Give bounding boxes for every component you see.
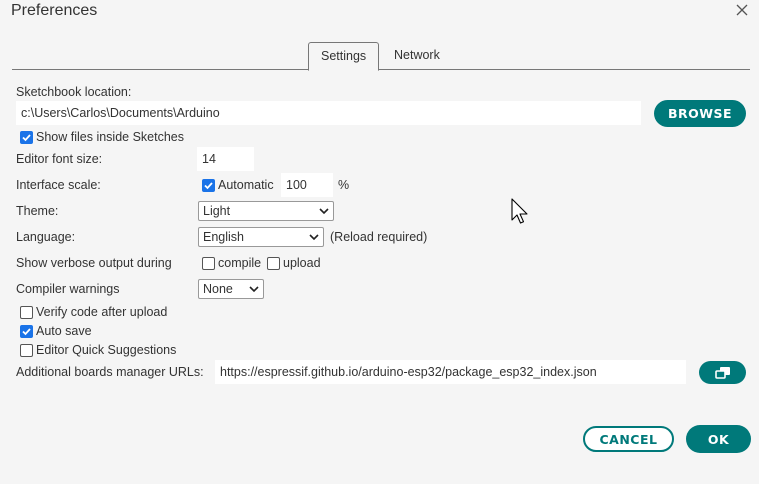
cancel-button[interactable]: CANCEL [583,426,674,452]
auto-save-checkbox[interactable] [20,324,33,338]
verbose-label: Show verbose output during [16,256,172,270]
verify-checkbox[interactable] [20,305,33,319]
compile-label: compile [218,256,262,270]
scale-unit: % [338,178,350,192]
auto-save-label: Auto save [36,324,92,338]
language-value: English [203,230,244,244]
font-size-input[interactable] [197,147,254,171]
browse-button[interactable]: BROWSE [654,100,746,127]
interface-scale-label: Interface scale: [16,178,101,192]
automatic-label: Automatic [218,178,274,192]
font-size-label: Editor font size: [16,152,103,166]
sketchbook-label: Sketchbook location: [16,85,132,99]
language-label: Language: [16,230,76,244]
verify-row: Verify code after upload [20,305,167,319]
upload-label: upload [283,256,321,270]
edit-urls-button[interactable] [699,361,746,384]
show-files-checkbox[interactable] [20,130,33,144]
compiler-warnings-value: None [203,282,233,296]
show-files-row: Show files inside Sketches [20,130,184,144]
theme-label: Theme: [16,204,59,218]
theme-select[interactable]: Light [198,201,334,221]
verify-label: Verify code after upload [36,305,168,319]
chevron-down-icon [309,234,319,241]
auto-save-row: Auto save [20,324,92,338]
dialog-title: Preferences [11,2,98,19]
tab-bar: Settings Network [12,42,750,71]
quick-suggestions-row: Editor Quick Suggestions [20,343,176,357]
tab-settings[interactable]: Settings [308,42,380,71]
close-icon [736,4,748,16]
checkmark-icon [22,327,31,335]
sketchbook-input[interactable] [16,101,641,125]
compiler-warnings-label: Compiler warnings [16,282,120,296]
chevron-down-icon [249,286,259,293]
open-window-icon [714,366,730,379]
reload-note: (Reload required) [330,230,428,244]
scale-input[interactable] [281,173,333,197]
tab-network[interactable]: Network [382,42,452,70]
automatic-checkbox[interactable] [202,178,215,192]
theme-value: Light [203,204,231,218]
show-files-label: Show files inside Sketches [36,130,184,144]
checkmark-icon [204,181,213,189]
quick-suggestions-checkbox[interactable] [20,343,33,357]
close-button[interactable] [734,2,750,18]
quick-suggestions-label: Editor Quick Suggestions [36,343,177,357]
ok-button[interactable]: OK [686,425,751,453]
boards-urls-input[interactable] [215,360,686,384]
compile-checkbox[interactable] [202,256,215,270]
language-select[interactable]: English [198,227,324,247]
upload-row: upload [267,256,321,270]
compile-row: compile [202,256,261,270]
boards-urls-label: Additional boards manager URLs: [16,365,204,379]
checkmark-icon [22,133,31,141]
chevron-down-icon [319,208,329,215]
compiler-warnings-select[interactable]: None [198,279,264,299]
upload-checkbox[interactable] [267,256,280,270]
automatic-row: Automatic [202,178,274,192]
mouse-pointer-icon [511,198,528,224]
